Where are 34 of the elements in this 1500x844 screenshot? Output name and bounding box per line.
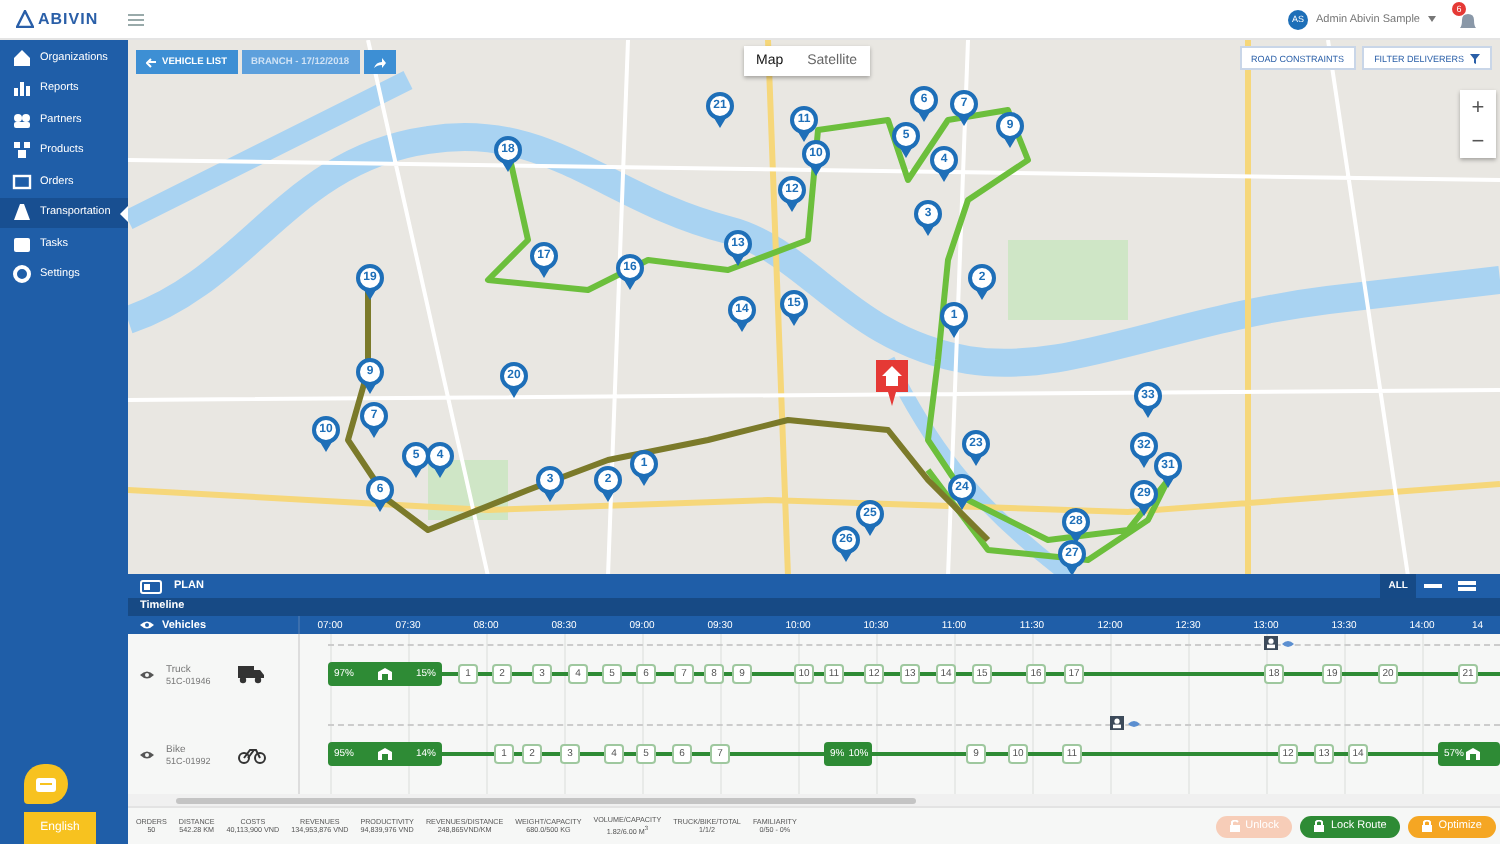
boxes-icon [12,140,32,161]
chart-icon [12,78,32,99]
warehouse-icon [378,748,392,761]
people-icon [12,109,32,130]
eye-icon[interactable] [1282,639,1294,648]
eye-icon[interactable] [140,620,154,631]
zoom-out-button[interactable]: − [1460,124,1496,158]
lock-icon [1314,820,1325,833]
driver-icon[interactable] [1264,636,1278,651]
filter-icon [1470,53,1480,63]
eye-icon[interactable] [140,669,154,680]
bike-icon [238,745,266,764]
panel-toggle-icon[interactable] [140,579,162,594]
lock-icon [1422,820,1433,833]
zoom-in-button[interactable]: + [1460,90,1496,124]
warehouse-icon [1466,748,1481,761]
warehouse-icon [378,668,392,681]
share-icon [373,57,386,67]
eye-icon[interactable] [1128,719,1140,728]
eye-icon[interactable] [140,749,154,760]
truck-icon [238,664,264,685]
share-button[interactable] [363,50,396,74]
chat-button[interactable] [24,764,68,804]
depot-marker-icon[interactable] [872,356,912,408]
chat-icon [36,777,56,791]
logo: ABIVIN [38,10,99,28]
arrow-left-icon [146,57,156,67]
caret-icon[interactable] [1428,16,1436,22]
bell-icon[interactable] [1456,9,1480,33]
double-bar-icon [1458,580,1476,593]
lock-icon [1229,820,1240,833]
driver-icon[interactable] [1110,716,1124,731]
logo-icon [16,10,34,28]
home-icon [12,47,32,68]
